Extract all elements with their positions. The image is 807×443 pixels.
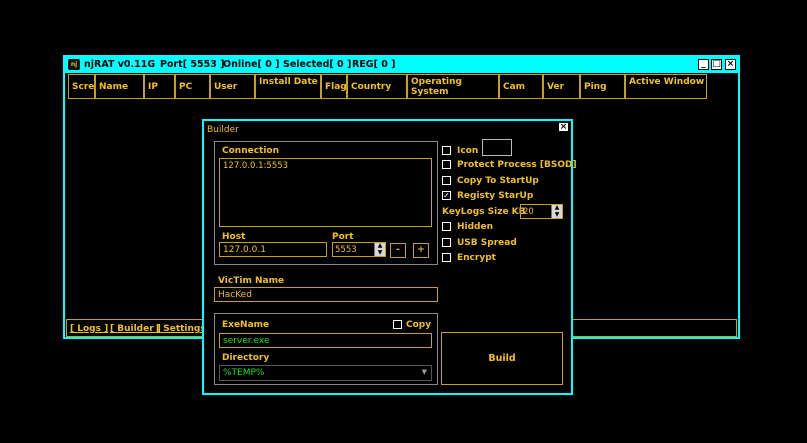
host-input[interactable]: 127.0.0.1 [219,242,327,257]
online-status: Online[ 0 ] [223,59,280,70]
col-screen[interactable]: Scree [68,74,95,99]
port-value: 5553 [335,245,357,255]
encrypt-label: Encrypt [457,253,496,263]
directory-label: Directory [222,353,270,363]
copy-startup-checkbox[interactable] [442,176,451,185]
close-icon[interactable]: × [725,59,736,70]
protect-process-checkbox[interactable] [442,160,451,169]
col-ping[interactable]: Ping [580,74,625,99]
col-user[interactable]: User [210,74,255,99]
build-button[interactable]: Build [441,332,563,385]
exename-label: ExeName [222,320,270,330]
exename-input[interactable]: server.exe [219,333,432,348]
protect-process-label: Protect Process [BSOD] [457,160,577,170]
copy-checkbox[interactable] [393,320,402,329]
reg-status: REG[ 0 ] [352,59,396,70]
selected-status: Selected[ 0 ] [283,59,352,70]
icon-label: Icon [457,146,479,156]
port-status: Port[ 5553 ] [160,59,225,70]
col-ver[interactable]: Ver [543,74,580,99]
col-active-window[interactable]: Active Window [625,74,707,99]
col-flag[interactable]: Flag [321,74,347,99]
connection-list[interactable]: 127.0.0.1:5553 [219,158,432,227]
copy-label: Copy [406,320,432,330]
col-operating-system[interactable]: Operating System [407,74,499,99]
builder-close-icon[interactable]: × [558,122,569,132]
usb-spread-label: USB Spread [457,238,517,248]
copy-startup-label: Copy To StartUp [457,176,539,186]
registry-startup-label: Registy StarUp [457,191,534,201]
port-label: Port [332,232,354,242]
victim-name-input[interactable]: HacKed [214,287,438,302]
col-pc[interactable]: PC [175,74,210,99]
col-cam[interactable]: Cam [499,74,543,99]
spin-down-icon[interactable]: ▼ [551,211,562,218]
hidden-checkbox[interactable] [442,222,451,231]
keylogs-size-value: 20 [523,207,534,217]
minimize-icon[interactable]: _ [698,59,709,70]
col-country[interactable]: Country [347,74,407,99]
col-install-date[interactable]: Install Date [255,74,321,99]
registry-startup-checkbox[interactable]: ✓ [442,191,451,200]
port-spinner[interactable]: 5553 ▲ ▼ [332,242,386,257]
connection-entry[interactable]: 127.0.0.1:5553 [223,161,431,171]
keylogs-size-spinner[interactable]: 20 ▲ ▼ [520,204,563,219]
hidden-label: Hidden [457,222,494,232]
app-title: njRAT v0.11G [84,59,156,70]
directory-value: %TEMP% [223,368,265,378]
icon-checkbox[interactable] [442,146,451,155]
col-name[interactable]: Name [95,74,144,99]
victim-name-label: VicTim Name [218,276,285,286]
chevron-down-icon[interactable]: ▼ [422,368,427,376]
keylogs-size-label: KeyLogs Size KB [442,207,526,217]
connection-label: Connection [222,146,280,156]
host-label: Host [222,232,246,242]
usb-spread-checkbox[interactable] [442,238,451,247]
spin-down-icon[interactable]: ▼ [374,249,385,256]
app-icon: nj [68,59,80,70]
icon-preview[interactable] [482,139,512,156]
directory-select[interactable]: %TEMP% ▼ [219,365,432,381]
title-bar: nj njRAT v0.11G Port[ 5553 ] Online[ 0 ]… [65,57,738,73]
col-ip[interactable]: IP [144,74,175,99]
encrypt-checkbox[interactable] [442,253,451,262]
builder-dialog: Builder × Connection 127.0.0.1:5553 Host… [202,119,577,395]
builder-title: Builder [207,125,239,135]
remove-host-button[interactable]: - [390,243,406,258]
maximize-icon[interactable]: □ [711,59,722,70]
builder-link[interactable]: [ Builder ] [110,324,161,334]
logs-link[interactable]: [ Logs ] [70,324,108,334]
add-host-button[interactable]: + [413,243,429,258]
